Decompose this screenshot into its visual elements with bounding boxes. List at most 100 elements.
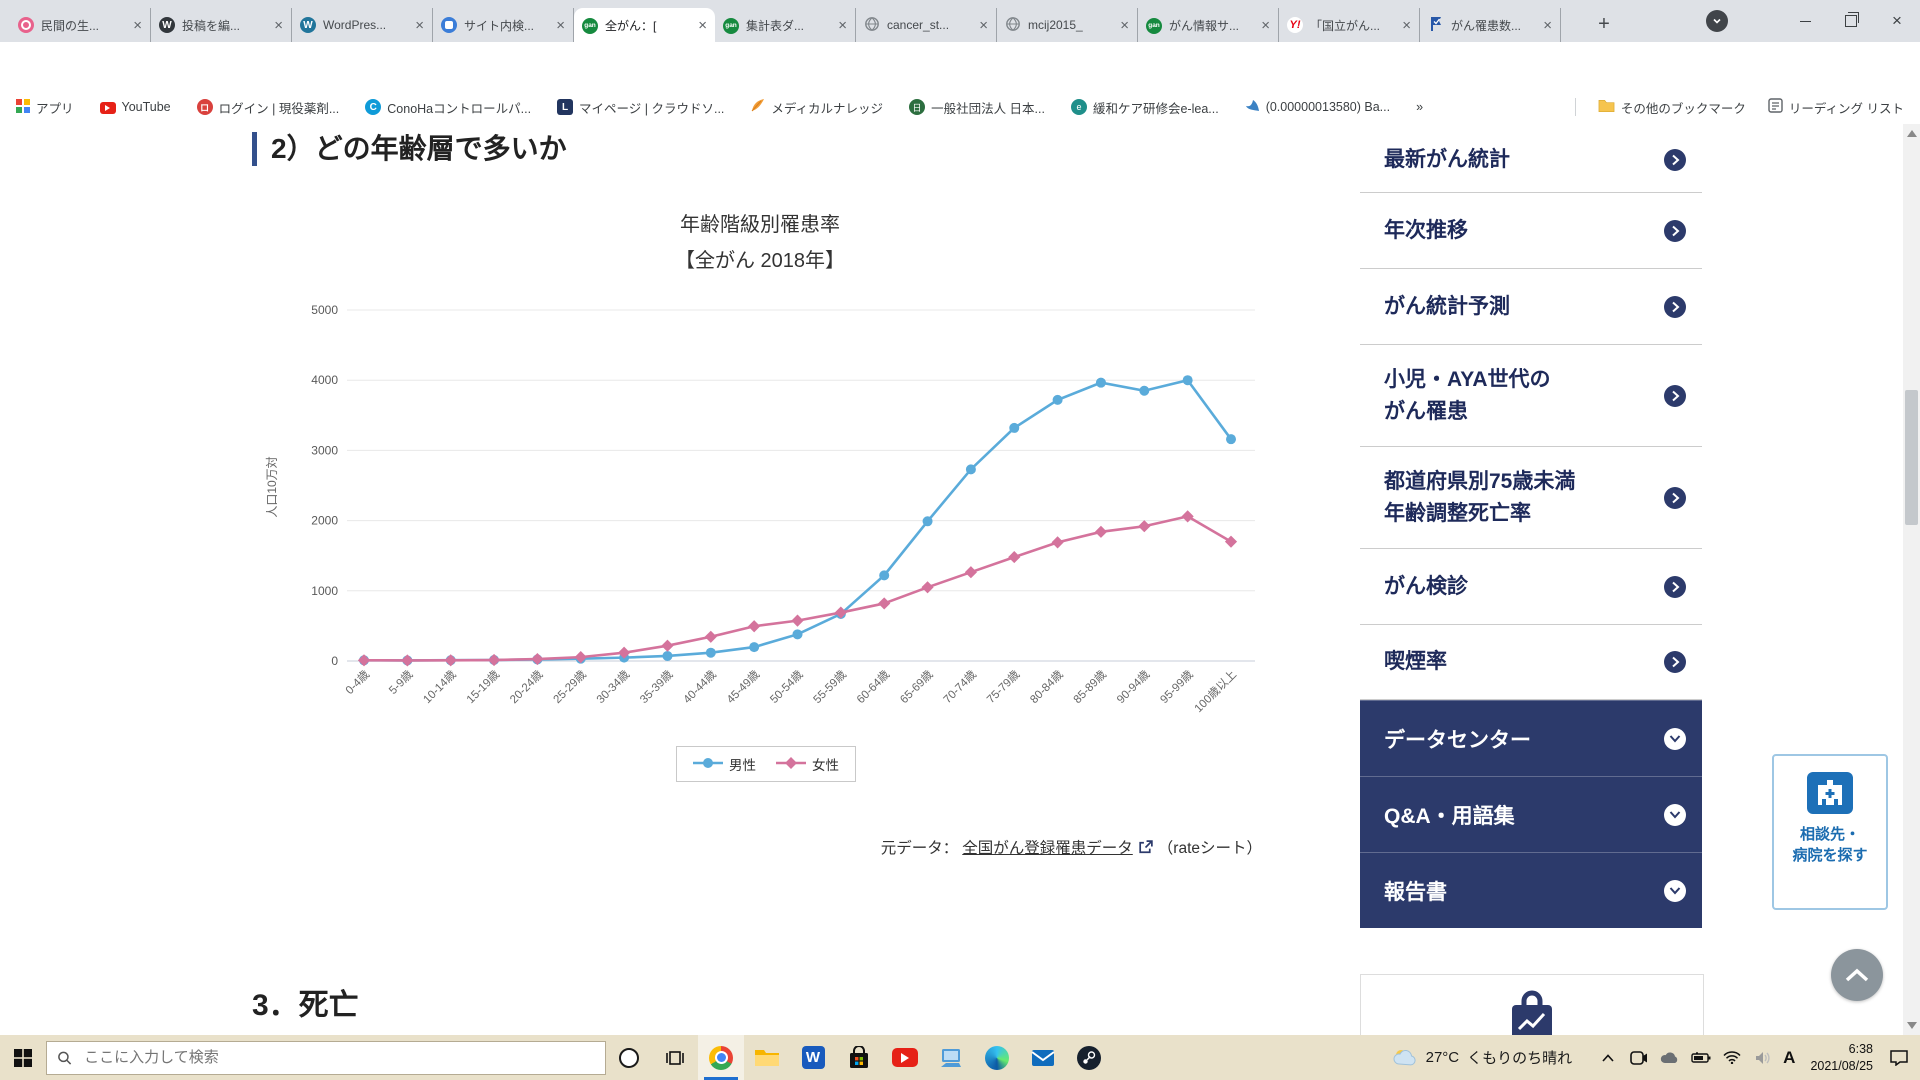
- bookmark-label: YouTube: [121, 100, 171, 114]
- sidebar-section[interactable]: Q&A・用語集: [1360, 776, 1702, 852]
- sidebar-item-line: 最新がん統計: [1384, 148, 1510, 172]
- volume-icon[interactable]: [1752, 1051, 1774, 1065]
- green-dot-icon: 日: [909, 99, 926, 115]
- bookmark-item-other-bookmarks[interactable]: その他のブックマーク: [1598, 98, 1746, 117]
- battery-icon[interactable]: [1690, 1051, 1712, 1064]
- tab-close-icon[interactable]: ×: [1402, 18, 1411, 33]
- onedrive-icon[interactable]: [1659, 1051, 1681, 1064]
- x-tick-label: 65-69歳: [898, 668, 936, 706]
- bookmark-item[interactable]: 日一般社団法人 日本...: [909, 98, 1045, 117]
- sidebar-section-label: Q&A・用語集: [1384, 804, 1515, 828]
- browser-tab[interactable]: サイト内検... ×: [433, 8, 574, 42]
- tab-close-icon[interactable]: ×: [556, 18, 565, 33]
- x-tick-label: 40-44歳: [681, 668, 719, 706]
- tab-close-icon[interactable]: ×: [1543, 18, 1552, 33]
- source-link[interactable]: 全国がん登録罹患データ: [962, 836, 1133, 858]
- sidebar-item[interactable]: 小児・AYA世代の がん罹患: [1360, 345, 1702, 447]
- ime-indicator[interactable]: A: [1783, 1048, 1795, 1068]
- tab-close-icon[interactable]: ×: [979, 18, 988, 33]
- sidebar-item[interactable]: 年次推移: [1360, 193, 1702, 269]
- browser-tab[interactable]: gan 集計表ダ... ×: [715, 8, 856, 42]
- steam-icon: [1077, 1045, 1101, 1070]
- browser-tab[interactable]: gan 全がん：[×: [574, 8, 715, 42]
- sidebar-item[interactable]: がん統計予測: [1360, 269, 1702, 345]
- chevron-right-icon: [1664, 575, 1686, 598]
- sidebar-section[interactable]: 報告書: [1360, 852, 1702, 928]
- scrollbar-thumb[interactable]: [1905, 390, 1918, 525]
- browser-tab[interactable]: W 投稿を編... ×: [151, 8, 292, 42]
- scroll-to-top-button[interactable]: [1831, 949, 1883, 1001]
- taskbar-weather[interactable]: 27°C くもりのち晴れ: [1392, 1047, 1572, 1069]
- start-button[interactable]: [0, 1035, 46, 1080]
- taskbar-search-input[interactable]: [82, 1048, 595, 1067]
- taskbar-word[interactable]: W: [790, 1035, 836, 1080]
- external-link-icon: [1139, 839, 1153, 853]
- bookmark-item[interactable]: アプリ: [16, 98, 74, 117]
- bookmark-item[interactable]: (0.00000013580) Ba...: [1245, 98, 1390, 116]
- tab-close-icon[interactable]: ×: [838, 18, 847, 33]
- sidebar-item[interactable]: 都道府県別75歳未満 年齢調整死亡率: [1360, 447, 1702, 549]
- page-scrollbar[interactable]: [1903, 124, 1920, 1035]
- browser-tab[interactable]: がん罹患数... ×: [1420, 8, 1561, 42]
- minimize-button[interactable]: [1782, 0, 1828, 42]
- sidebar-item[interactable]: がん検診: [1360, 549, 1702, 625]
- taskbar-chrome[interactable]: [698, 1035, 744, 1080]
- bookmark-item[interactable]: YouTube: [99, 100, 171, 114]
- taskbar-mail[interactable]: [1020, 1035, 1066, 1080]
- browser-tab[interactable]: mcij2015_ ×: [997, 8, 1138, 42]
- taskbar-search-box[interactable]: [46, 1040, 606, 1075]
- new-tab-button[interactable]: +: [1590, 10, 1618, 38]
- bookmark-item-reading-list[interactable]: リーディング リスト: [1768, 98, 1904, 117]
- consult-hospital-card[interactable]: 相談先・ 病院を探す: [1772, 754, 1888, 910]
- browser-tab[interactable]: W WordPres... ×: [292, 8, 433, 42]
- taskbar-file-explorer[interactable]: [744, 1035, 790, 1080]
- browser-tab[interactable]: cancer_st... ×: [856, 8, 997, 42]
- chevron-right-icon: [1664, 384, 1686, 407]
- close-button[interactable]: ×: [1874, 0, 1920, 42]
- bookmark-item[interactable]: メディカルナレッジ: [750, 98, 883, 117]
- sidebar-item[interactable]: 喫煙率: [1360, 625, 1702, 700]
- tab-close-icon[interactable]: ×: [1120, 18, 1129, 33]
- browser-tab[interactable]: gan がん情報サ... ×: [1138, 8, 1279, 42]
- bookmark-item[interactable]: »: [1416, 100, 1423, 114]
- hidden-icons-chevron[interactable]: [1597, 1053, 1619, 1062]
- task-view-button[interactable]: [652, 1035, 698, 1080]
- browser-tab[interactable]: 民間の生... ×: [10, 8, 151, 42]
- wifi-icon[interactable]: [1721, 1051, 1743, 1064]
- meet-now-icon[interactable]: [1628, 1050, 1650, 1065]
- tab-close-icon[interactable]: ×: [415, 18, 424, 33]
- tab-close-icon[interactable]: ×: [274, 18, 283, 33]
- action-center-icon[interactable]: [1888, 1049, 1910, 1066]
- bookmark-item[interactable]: ロログイン | 現役薬剤...: [196, 98, 340, 117]
- bookmark-item[interactable]: L マイページ | クラウドソ...: [557, 98, 724, 117]
- statistics-sidebar: 最新がん統計年次推移 がん統計予測小児・AYA世代の がん罹患都道府県別75歳未満年…: [1360, 128, 1702, 928]
- sidebar-item[interactable]: 最新がん統計: [1360, 128, 1702, 193]
- scrollbar-up-arrow[interactable]: [1907, 130, 1917, 137]
- taskbar-youtube[interactable]: [882, 1035, 928, 1080]
- bookmark-label: ログイン | 現役薬剤...: [218, 101, 340, 116]
- sidebar-partial-card[interactable]: [1360, 974, 1704, 1035]
- chevron-right-icon: [1664, 486, 1686, 509]
- source-suffix: （rateシート）: [1157, 840, 1262, 857]
- tab-close-icon[interactable]: ×: [698, 18, 707, 33]
- taskbar-clock[interactable]: 6:38 2021/08/25: [1810, 1041, 1873, 1075]
- taskbar-steam[interactable]: [1066, 1035, 1112, 1080]
- word-icon: W: [801, 1046, 825, 1069]
- bookmark-item[interactable]: e 緩和ケア研修会e-lea...: [1070, 98, 1219, 117]
- tab-search-button[interactable]: [1706, 10, 1728, 32]
- pink-circle-favicon: [18, 17, 34, 33]
- browser-tab[interactable]: Y! 「国立がん... ×: [1279, 8, 1420, 42]
- bookmark-item[interactable]: C ConoHaコントロールパ...: [365, 98, 531, 117]
- browser-window: 民間の生... × W 投稿を編... × W WordPres... × サイト内検... × g…: [0, 0, 1920, 1080]
- sidebar-item-label: 小児・AYA世代の がん罹患: [1384, 364, 1550, 427]
- report-bag-icon: [1512, 990, 1552, 1035]
- taskbar-store[interactable]: [836, 1035, 882, 1080]
- cortana-button[interactable]: [606, 1035, 652, 1080]
- restore-button[interactable]: [1828, 0, 1874, 42]
- taskbar-device[interactable]: [928, 1035, 974, 1080]
- taskbar-edge[interactable]: [974, 1035, 1020, 1080]
- sidebar-section[interactable]: データセンター: [1360, 700, 1702, 776]
- tab-close-icon[interactable]: ×: [1261, 18, 1270, 33]
- tab-close-icon[interactable]: ×: [133, 18, 142, 33]
- scrollbar-down-arrow[interactable]: [1907, 1022, 1917, 1029]
